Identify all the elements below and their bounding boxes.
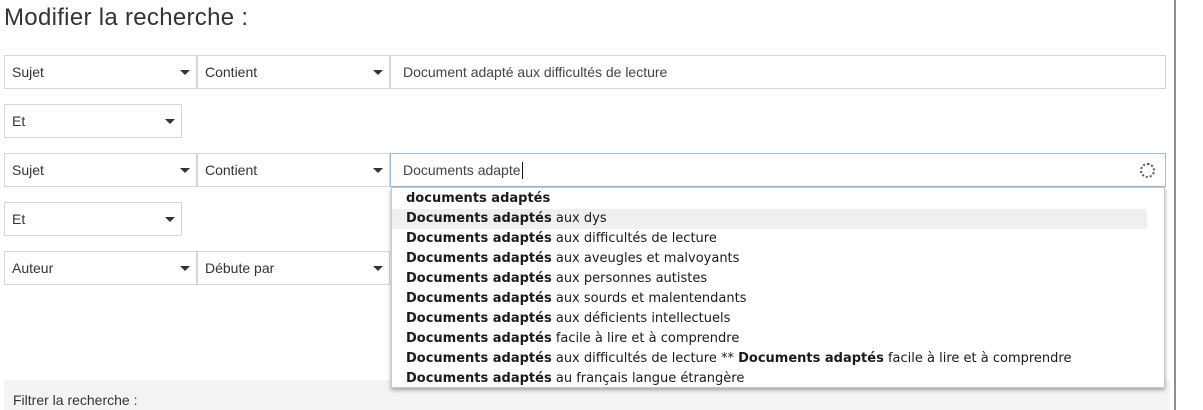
suggestion-item[interactable]: Documents adaptés aux difficultés de lec… [392, 349, 1147, 369]
field-select-3-value: Auteur [12, 260, 54, 276]
suggestion-item[interactable]: Documents adaptés aux difficultés de lec… [392, 229, 1147, 249]
chevron-down-icon [180, 69, 190, 75]
field-select-1-value: Sujet [12, 64, 44, 80]
suggestion-item[interactable]: documents adaptés [392, 189, 1147, 209]
search-term-input-1-value: Document adapté aux difficultés de lectu… [403, 64, 668, 80]
field-select-3[interactable]: Auteur [4, 251, 197, 285]
suggestion-item[interactable]: Documents adaptés au français langue étr… [392, 369, 1147, 389]
chevron-down-icon [373, 167, 383, 173]
chevron-down-icon [180, 167, 190, 173]
suggestion-item[interactable]: Documents adaptés aux aveugles et malvoy… [392, 249, 1147, 269]
boolean-operator-select-2-value: Et [12, 211, 26, 227]
suggestion-item-highlighted[interactable]: Documents adaptés aux dys [392, 209, 1147, 229]
suggestion-item[interactable]: Documents adaptés aux sourds et malenten… [392, 289, 1147, 309]
suggestion-item[interactable]: Documents adaptés facile à lire et à com… [392, 329, 1147, 349]
text-cursor [521, 161, 523, 179]
page-border [1174, 0, 1176, 410]
chevron-down-icon [180, 265, 190, 271]
chevron-down-icon [165, 118, 175, 124]
field-select-1[interactable]: Sujet [4, 55, 197, 89]
operator-select-3-value: Débute par [205, 260, 275, 276]
operator-select-2[interactable]: Contient [197, 153, 390, 187]
search-term-input-2[interactable]: Documents adapte [390, 153, 1166, 187]
chevron-down-icon [373, 265, 383, 271]
search-term-input-2-value: Documents adapte [403, 162, 521, 178]
autocomplete-dropdown: documents adaptés Documents adaptés aux … [391, 187, 1165, 388]
operator-select-2-value: Contient [205, 162, 258, 178]
spinner-icon [1140, 163, 1155, 178]
chevron-down-icon [373, 69, 383, 75]
filter-section-label: Filtrer la recherche : [13, 392, 138, 408]
field-select-2-value: Sujet [12, 162, 44, 178]
suggestion-item[interactable]: Documents adaptés aux personnes autistes [392, 269, 1147, 289]
operator-select-1[interactable]: Contient [197, 55, 390, 89]
field-select-2[interactable]: Sujet [4, 153, 197, 187]
boolean-operator-select-1-value: Et [12, 113, 26, 129]
operator-select-3[interactable]: Débute par [197, 251, 390, 285]
boolean-operator-select-2[interactable]: Et [4, 202, 182, 236]
search-term-input-1[interactable]: Document adapté aux difficultés de lectu… [390, 55, 1166, 89]
suggestion-item[interactable]: Documents adaptés aux déficients intelle… [392, 309, 1147, 329]
operator-select-1-value: Contient [205, 64, 258, 80]
boolean-operator-select-1[interactable]: Et [4, 104, 182, 138]
page-title: Modifier la recherche : [4, 4, 249, 31]
chevron-down-icon [165, 216, 175, 222]
